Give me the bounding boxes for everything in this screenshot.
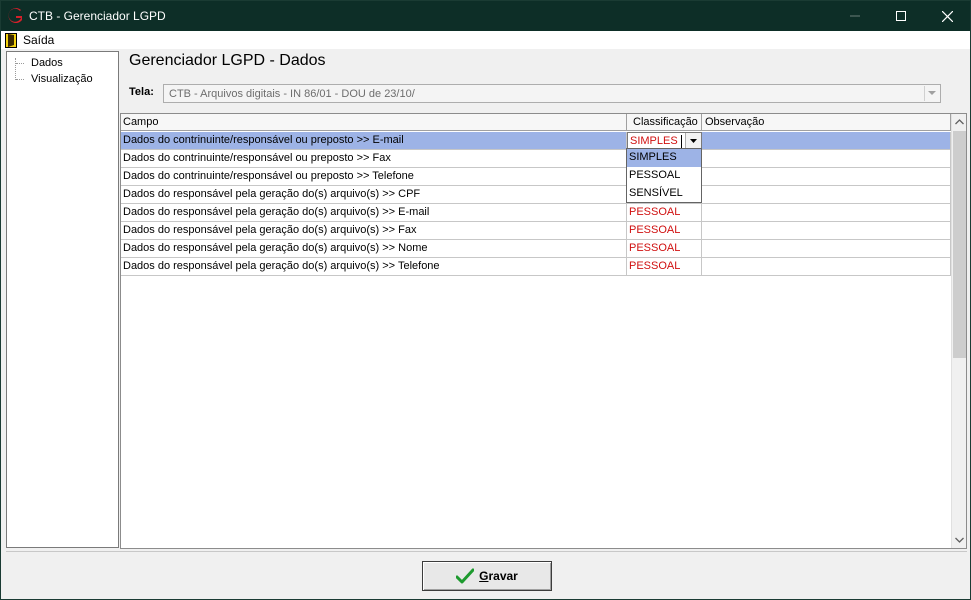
grid-header: Campo Classificação Observação (121, 114, 951, 131)
chevron-down-icon (690, 139, 697, 143)
classification-dropdown-list: SIMPLES PESSOAL SENSÍVEL (626, 148, 702, 203)
cell-classificacao[interactable]: PESSOAL (627, 222, 702, 240)
minimize-icon (850, 15, 860, 17)
table-row[interactable]: Dados do responsável pela geração do(s) … (121, 204, 951, 222)
scroll-thumb[interactable] (953, 131, 966, 358)
app-window: CTB - Gerenciador LGPD Saída Dados Visua… (0, 0, 971, 600)
tree-connector (15, 58, 16, 80)
cell-campo[interactable]: Dados do contrinuinte/responsável ou pre… (121, 132, 627, 150)
text-caret (681, 135, 682, 148)
cell-campo[interactable]: Dados do responsável pela geração do(s) … (121, 258, 627, 276)
window-title: CTB - Gerenciador LGPD (29, 9, 166, 23)
cell-observacao[interactable] (702, 240, 951, 258)
dropdown-option-pessoal[interactable]: PESSOAL (627, 167, 701, 185)
title-bar[interactable]: CTB - Gerenciador LGPD (1, 1, 970, 31)
cell-observacao[interactable] (702, 222, 951, 240)
column-header-observacao[interactable]: Observação (702, 114, 951, 131)
cell-classificacao[interactable]: PESSOAL (627, 258, 702, 276)
cell-classificacao[interactable]: PESSOAL (627, 240, 702, 258)
chevron-up-icon (955, 119, 964, 125)
cell-classificacao[interactable]: PESSOAL (627, 204, 702, 222)
save-button-label: Gravar (479, 569, 518, 583)
vertical-scrollbar[interactable] (951, 114, 966, 548)
table-row[interactable]: Dados do contrinuinte/responsável ou pre… (121, 168, 951, 186)
scroll-up-button[interactable] (952, 114, 966, 130)
chevron-down-icon (928, 91, 936, 95)
tela-select-value: CTB - Arquivos digitais - IN 86/01 - DOU… (169, 88, 415, 100)
dropdown-option-sensivel[interactable]: SENSÍVEL (627, 185, 701, 203)
scroll-down-button[interactable] (952, 532, 966, 548)
cell-observacao[interactable] (702, 168, 951, 186)
table-row[interactable]: Dados do responsável pela geração do(s) … (121, 258, 951, 276)
menu-exit[interactable]: Saída (5, 32, 54, 48)
tree-connector (16, 63, 24, 64)
table-row[interactable]: Dados do responsável pela geração do(s) … (121, 240, 951, 258)
dropdown-option-simples[interactable]: SIMPLES (627, 149, 701, 167)
app-logo-icon (8, 8, 22, 24)
close-button[interactable] (924, 1, 970, 31)
tela-select[interactable]: CTB - Arquivos digitais - IN 86/01 - DOU… (163, 84, 941, 103)
cell-campo[interactable]: Dados do responsável pela geração do(s) … (121, 222, 627, 240)
classification-dropdown-button[interactable] (685, 133, 701, 149)
cell-campo[interactable]: Dados do contrinuinte/responsável ou pre… (121, 150, 627, 168)
column-header-classificacao[interactable]: Classificação (627, 114, 702, 131)
tree-item-visualizacao[interactable]: Visualização (31, 73, 93, 85)
tela-select-arrow[interactable] (924, 86, 939, 101)
checkmark-icon (456, 568, 475, 584)
table-row[interactable]: Dados do contrinuinte/responsável ou pre… (121, 150, 951, 168)
classification-editor-value: SIMPLES (630, 135, 678, 147)
data-grid: Campo Classificação Observação Dados do … (120, 113, 967, 549)
page-title: Gerenciador LGPD - Dados (129, 52, 326, 69)
close-icon (941, 10, 953, 22)
table-row[interactable]: Dados do contrinuinte/responsável ou pre… (121, 132, 951, 150)
menu-bar: Saída (1, 31, 970, 49)
cell-campo[interactable]: Dados do responsável pela geração do(s) … (121, 204, 627, 222)
cell-observacao[interactable] (702, 150, 951, 168)
tela-label: Tela: (129, 86, 154, 98)
minimize-button[interactable] (832, 1, 878, 31)
chevron-down-icon (955, 537, 964, 543)
cell-observacao[interactable] (702, 186, 951, 204)
exit-door-icon (5, 32, 17, 48)
table-row[interactable]: Dados do responsável pela geração do(s) … (121, 222, 951, 240)
navigation-tree: Dados Visualização (6, 51, 119, 548)
cell-campo[interactable]: Dados do responsável pela geração do(s) … (121, 186, 627, 204)
cell-campo[interactable]: Dados do responsável pela geração do(s) … (121, 240, 627, 258)
table-row[interactable]: Dados do responsável pela geração do(s) … (121, 186, 951, 204)
maximize-button[interactable] (878, 1, 924, 31)
cell-observacao[interactable] (702, 204, 951, 222)
maximize-icon (896, 11, 906, 21)
save-button[interactable]: Gravar (422, 561, 552, 591)
tree-connector (16, 79, 24, 80)
cell-observacao[interactable] (702, 258, 951, 276)
column-header-campo[interactable]: Campo (121, 114, 627, 131)
menu-exit-label: Saída (23, 33, 55, 47)
tree-item-dados[interactable]: Dados (31, 57, 63, 69)
cell-campo[interactable]: Dados do contrinuinte/responsável ou pre… (121, 168, 627, 186)
cell-observacao[interactable] (702, 132, 951, 150)
